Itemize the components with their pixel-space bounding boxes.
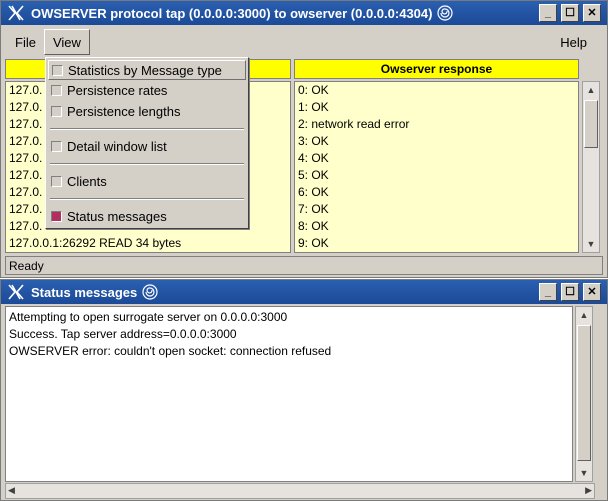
menu-help[interactable]: Help [552,29,595,55]
status-bar-text: Ready [9,258,44,273]
minimize-button[interactable]: _ [539,283,557,301]
list-item[interactable]: 5: OK [295,167,578,184]
response-list[interactable]: 0: OK 1: OK 2: network read error 3: OK … [294,81,579,253]
menu-separator [50,198,244,200]
menu-separator [50,128,244,130]
menu-item-detail-window-list[interactable]: Detail window list [48,136,246,156]
main-vertical-scrollbar[interactable]: ▲ ▼ [582,81,600,253]
column-header-response-label: Owserver response [380,62,493,76]
checkbox-icon [51,140,62,152]
maximize-icon: ☐ [565,285,575,298]
scroll-down-icon[interactable]: ▼ [576,465,592,481]
menubar: File View Help [1,27,607,57]
list-item[interactable]: 3: OK [295,133,578,150]
close-button[interactable]: ✕ [583,4,601,22]
scroll-thumb[interactable] [577,325,591,461]
menu-item-status-messages[interactable]: Status messages [48,206,246,226]
menu-separator [50,163,244,165]
status-horizontal-scrollbar[interactable]: ◀ ▶ [5,483,595,499]
checkbox-icon [51,84,62,96]
list-item[interactable]: 0: OK [295,82,578,99]
maximize-icon: ☐ [565,6,575,19]
status-vertical-scrollbar[interactable]: ▲ ▼ [575,306,593,482]
checkbox-checked-icon [51,210,62,222]
scroll-up-icon[interactable]: ▲ [583,82,599,98]
menu-help-label: Help [560,34,587,50]
close-button[interactable]: ✕ [583,283,601,301]
checkbox-icon [52,64,63,76]
minimize-icon: _ [544,6,552,19]
menu-item-persistence-rates[interactable]: Persistence rates [48,80,246,100]
menu-item-statistics-by-message-type[interactable]: Statistics by Message type [48,60,246,80]
x-logo-icon[interactable] [5,281,27,303]
minimize-button[interactable]: _ [539,4,557,22]
menu-item-label: Statistics by Message type [68,62,222,78]
menu-item-label: Clients [67,173,107,189]
list-item[interactable]: 7: OK [295,201,578,218]
status-line: Success. Tap server address=0.0.0.0:3000 [9,327,237,341]
menu-item-persistence-lengths[interactable]: Persistence lengths [48,101,246,121]
list-item[interactable]: 6: OK [295,184,578,201]
status-titlebar[interactable]: Status messages _ ☐ ✕ [1,280,607,304]
list-item[interactable]: 9: OK [295,235,578,252]
list-item[interactable]: 8: OK [295,218,578,235]
main-window: OWSERVER protocol tap (0.0.0.0:3000) to … [0,0,608,278]
list-item[interactable]: 4: OK [295,150,578,167]
main-window-title: OWSERVER protocol tap (0.0.0.0:3000) to … [31,5,433,21]
view-menu-dropdown: Statistics by Message type Persistence r… [45,57,249,229]
menu-item-label: Persistence lengths [67,103,181,119]
status-line: OWSERVER error: couldn't open socket: co… [9,344,332,358]
scroll-right-icon[interactable]: ▶ [585,485,592,496]
menu-view-label: View [52,34,81,50]
minimize-icon: _ [544,285,552,298]
scroll-thumb[interactable] [584,100,598,148]
status-window-title: Status messages [31,284,138,300]
menu-item-label: Status messages [67,208,167,224]
menu-view[interactable]: View [43,29,90,55]
swirl-icon [141,283,159,301]
checkbox-icon [51,105,62,117]
menu-item-label: Persistence rates [67,82,168,98]
maximize-button[interactable]: ☐ [561,4,579,22]
x-logo-icon[interactable] [5,2,27,24]
checkbox-icon [51,175,62,187]
column-header-response[interactable]: Owserver response [294,59,579,79]
swirl-icon [436,4,454,22]
list-item[interactable]: 127.0.0.1:26292 READ 34 bytes [6,235,290,252]
menu-item-label: Detail window list [67,138,167,154]
status-bar: Ready [5,256,603,275]
status-window: Status messages _ ☐ ✕ Attempting to open… [0,279,608,501]
scroll-down-icon[interactable]: ▼ [583,236,599,252]
maximize-button[interactable]: ☐ [561,283,579,301]
menu-item-clients[interactable]: Clients [48,171,246,191]
menu-file[interactable]: File [7,29,44,55]
list-item[interactable]: 2: network read error [295,116,578,133]
scroll-left-icon[interactable]: ◀ [8,485,15,496]
main-titlebar[interactable]: OWSERVER protocol tap (0.0.0.0:3000) to … [1,1,607,25]
scroll-up-icon[interactable]: ▲ [576,307,592,323]
close-icon: ✕ [587,285,597,298]
close-icon: ✕ [587,6,597,19]
status-line: Attempting to open surrogate server on 0… [9,310,288,324]
list-item[interactable]: 1: OK [295,99,578,116]
status-messages-text[interactable]: Attempting to open surrogate server on 0… [5,306,573,482]
menu-file-label: File [15,34,36,50]
